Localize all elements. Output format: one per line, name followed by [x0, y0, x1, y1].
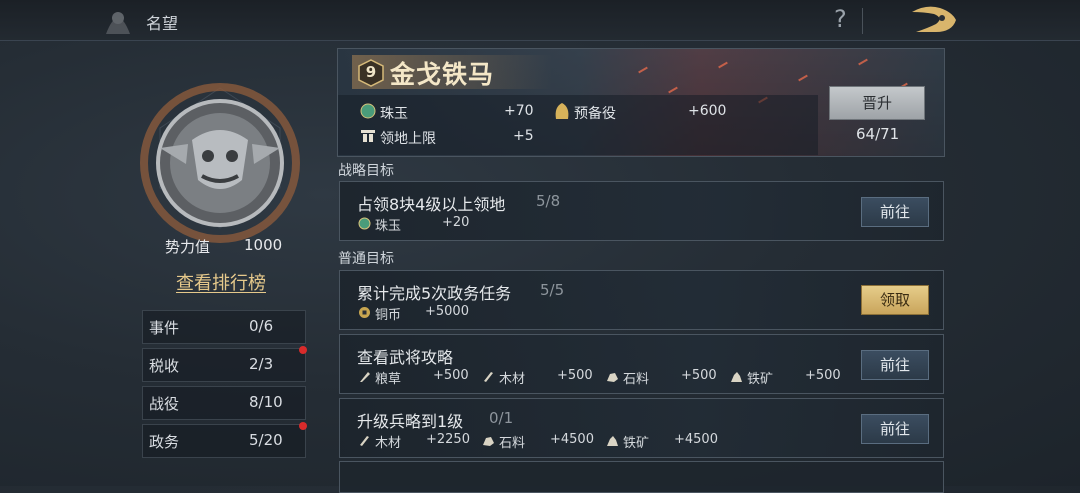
task-card: 占领8块4级以上领地 5/8 珠玉 +20 前往	[339, 181, 944, 241]
iron-ore-icon	[607, 436, 618, 446]
reward-label: 铜币	[375, 308, 402, 323]
rank-emblem	[140, 83, 300, 243]
level-number: 9	[365, 63, 377, 81]
spark-decor	[798, 74, 808, 82]
task-title: 占领8块4级以上领地	[357, 195, 506, 214]
stone-icon	[483, 437, 494, 446]
rank-title: 金戈铁马	[390, 60, 495, 89]
stat-value: 5/20	[249, 431, 283, 449]
task-title: 升级兵略到1级	[357, 412, 464, 431]
jade-icon	[360, 103, 376, 119]
task-title: 累计完成5次政务任务	[357, 284, 512, 303]
claim-button[interactable]: 领取	[861, 285, 929, 315]
top-bar: 名望 ?	[0, 0, 1080, 41]
stat-row-battles[interactable]: 战役 8/10	[142, 386, 306, 420]
stat-value: 2/3	[249, 355, 274, 373]
notification-dot	[299, 346, 307, 354]
task-card: 升级兵略到1级 0/1 木材 +2250 石料 +4500 铁矿 +4500 前…	[339, 398, 944, 458]
promote-button[interactable]: 晋升	[829, 86, 925, 120]
section-title-strategic: 战略目标	[338, 163, 394, 179]
spark-decor	[638, 66, 648, 74]
page-title: 名望	[146, 14, 179, 33]
go-button[interactable]: 前往	[861, 414, 929, 444]
wood-icon	[360, 436, 369, 446]
reward-value: +500	[433, 368, 469, 383]
divider	[862, 8, 863, 34]
reward-value: +500	[805, 368, 841, 383]
stat-row-tax[interactable]: 税收 2/3	[142, 346, 307, 382]
reward-value: +2250	[426, 432, 470, 447]
reward-label: 预备役	[574, 106, 616, 122]
section-title-normal: 普通目标	[338, 251, 394, 267]
power-value: 1000	[244, 236, 283, 254]
reward-value: +500	[681, 368, 717, 383]
stat-value: 8/10	[249, 393, 283, 411]
power-label: 势力值	[165, 238, 211, 256]
task-card-partial	[339, 461, 944, 493]
reward-label: 石料	[499, 436, 526, 451]
stat-label: 战役	[149, 395, 180, 413]
reward-value: +500	[557, 368, 593, 383]
notification-dot	[299, 422, 307, 430]
reward-value: +5	[513, 128, 534, 144]
copper-coin-icon	[359, 307, 370, 318]
wood-icon	[484, 372, 493, 382]
reward-label: 铁矿	[747, 372, 774, 387]
reward-value: +20	[442, 215, 470, 230]
stat-label: 事件	[149, 319, 180, 337]
reward-label: 珠玉	[380, 106, 408, 122]
go-button[interactable]: 前往	[861, 350, 929, 380]
task-card: 累计完成5次政务任务 5/5 铜币 +5000 领取	[339, 270, 944, 330]
task-progress: 5/8	[536, 192, 561, 210]
reward-label: 粮草	[375, 372, 402, 387]
task-title: 查看武将攻略	[357, 348, 454, 367]
reward-value: +600	[688, 103, 727, 119]
iron-ore-icon	[731, 372, 742, 382]
reward-value: +4500	[550, 432, 594, 447]
stat-row-events[interactable]: 事件 0/6	[142, 310, 306, 344]
territory-cap-icon	[361, 130, 375, 142]
emblem-icon	[106, 12, 130, 34]
spark-decor	[858, 58, 868, 66]
task-progress: 0/1	[489, 409, 514, 427]
grain-icon	[360, 372, 370, 382]
go-button[interactable]: 前往	[861, 197, 929, 227]
back-dragon-icon[interactable]	[906, 2, 962, 38]
reward-label: 木材	[499, 372, 526, 387]
help-icon[interactable]: ?	[834, 5, 847, 33]
reward-label: 领地上限	[380, 131, 436, 147]
reserve-troops-icon	[555, 103, 569, 119]
stat-value: 0/6	[249, 317, 274, 335]
stat-row-affairs[interactable]: 政务 5/20	[142, 422, 307, 458]
reward-value: +4500	[674, 432, 718, 447]
reward-label: 木材	[375, 436, 402, 451]
stat-label: 税收	[149, 357, 180, 375]
stat-label: 政务	[149, 433, 180, 451]
stone-icon	[607, 373, 618, 382]
task-card: 查看武将攻略 粮草 +500 木材 +500 石料 +500 铁矿 +500 前…	[339, 334, 944, 394]
reward-label: 铁矿	[623, 436, 650, 451]
reward-value: +70	[504, 103, 534, 119]
jade-icon	[358, 217, 371, 230]
promote-progress: 64/71	[856, 125, 900, 143]
view-ranking-link[interactable]: 查看排行榜	[176, 269, 266, 295]
task-progress: 5/5	[540, 281, 565, 299]
spark-decor	[668, 86, 678, 94]
reward-label: 石料	[623, 372, 650, 387]
reward-value: +5000	[425, 304, 469, 319]
rank-banner: 9 金戈铁马 珠玉 +70 预备役 +600 领地上限 +5 晋升 64/71	[337, 48, 945, 157]
reward-label: 珠玉	[375, 219, 402, 234]
spark-decor	[718, 61, 728, 69]
